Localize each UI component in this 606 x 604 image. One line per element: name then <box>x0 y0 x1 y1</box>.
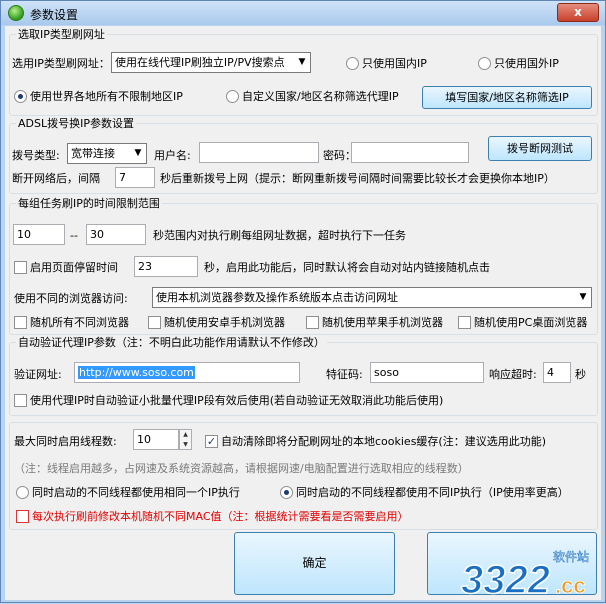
username-label: 用户名: <box>154 149 191 162</box>
verify-url-input[interactable]: http://www.soso.com <box>74 362 300 383</box>
username-input[interactable] <box>199 142 319 163</box>
proxy-verify-group: 自动验证代理IP参数（注：不明白此功能作用请默认不作修改） 验证网址: http… <box>9 336 598 416</box>
dial-type-label: 拨号类型: <box>12 149 60 162</box>
dial-type-select-value: 宽带连接 <box>71 147 115 160</box>
threads-group: 最大同时启用线程数: 10 ▲ ▼ ✓ 自动清除即将分配刷网址的本地cookie… <box>9 422 598 530</box>
settings-window: 参数设置 x 选取IP类型刷网址 选用IP类型刷网址： 使用在线代理IP刷独立I… <box>0 0 606 603</box>
range-description: 秒范围内对执行刷每组网址数据，超时执行下一任务 <box>153 229 406 242</box>
interval-suffix-label: 秒后重新拨号上网（提示：断网重新拨号间隔时间需要比较长才会更换你本地IP） <box>160 172 555 185</box>
dwell-time-description: 秒，启用此功能后，同时默认将会自动对站内链接随机点击 <box>204 261 490 274</box>
time-limit-legend: 每组任务刷IP的时间限制范围 <box>16 197 162 210</box>
random-android-label[interactable]: 随机使用安卓手机浏览器 <box>164 316 285 330</box>
spin-up-icon[interactable]: ▲ <box>180 430 191 440</box>
watermark-number: 3322 <box>461 558 550 601</box>
radio-foreign-ip-label[interactable]: 只使用国外IP <box>494 57 559 71</box>
title-bar[interactable]: 参数设置 x <box>1 1 605 25</box>
threads-spinner[interactable]: ▲ ▼ <box>179 429 192 450</box>
timeout-input[interactable]: 4 <box>543 362 571 383</box>
random-apple-checkbox[interactable] <box>306 316 319 329</box>
interval-prefix-label: 断开网络后，间隔 <box>12 172 100 185</box>
random-apple-label[interactable]: 随机使用苹果手机浏览器 <box>322 316 443 330</box>
app-icon <box>8 5 24 21</box>
ip-type-select-value: 使用在线代理IP刷独立IP/PV搜索点 <box>115 56 285 69</box>
timeout-label: 响应超时: <box>489 368 537 381</box>
threads-label: 最大同时启用线程数: <box>14 435 117 448</box>
radio-same-ip-label[interactable]: 同时启动的不同线程都使用相同一个IP执行 <box>32 486 240 500</box>
small-batch-label[interactable]: 使用代理IP时自动验证小批量代理IP段有效后使用(若自动验证无效取消此功能后使用… <box>30 394 443 408</box>
random-all-browsers-label[interactable]: 随机所有不同浏览器 <box>30 316 129 330</box>
random-android-checkbox[interactable] <box>148 316 161 329</box>
radio-custom-region-label[interactable]: 自定义国家/地区名称筛选代理IP <box>242 90 399 104</box>
small-batch-checkbox[interactable] <box>14 394 27 407</box>
radio-foreign-ip[interactable] <box>478 57 491 70</box>
radio-different-ip-label[interactable]: 同时启动的不同线程都使用不同IP执行（IP使用率更高） <box>296 486 569 500</box>
ip-type-group: 选取IP类型刷网址 选用IP类型刷网址： 使用在线代理IP刷独立IP/PV搜索点… <box>9 28 598 116</box>
watermark-site: 软件站 <box>553 550 589 564</box>
ip-type-label: 选用IP类型刷网址： <box>12 57 110 70</box>
timeout-unit: 秒 <box>575 368 586 381</box>
thread-hint: （注：线程启用越多，占网速及系统资源越高，请根据网速/电脑配置进行选取相应的线程… <box>14 462 469 475</box>
browser-select-value: 使用本机浏览器参数及操作系统版本点击访问网址 <box>156 291 398 304</box>
radio-domestic-ip[interactable] <box>346 57 359 70</box>
chevron-down-icon: ▼ <box>579 292 587 302</box>
interval-input[interactable]: 7 <box>115 167 155 188</box>
fill-region-button[interactable]: 填写国家/地区名称筛选IP <box>422 86 592 109</box>
ok-button[interactable]: 确定 <box>234 532 395 595</box>
time-limit-group: 每组任务刷IP的时间限制范围 10 -- 30 秒范围内对执行刷每组网址数据，超… <box>9 197 598 335</box>
feature-code-input[interactable]: soso <box>370 362 484 383</box>
adsl-legend: ADSL拨号换IP参数设置 <box>16 117 136 130</box>
chevron-down-icon: ▼ <box>298 57 306 67</box>
ip-type-select[interactable]: 使用在线代理IP刷独立IP/PV搜索点 ▼ <box>111 52 311 73</box>
adsl-group: ADSL拨号换IP参数设置 拨号类型: 宽带连接 ▼ 用户名: 密码： 拨号断网… <box>9 117 598 194</box>
random-pc-checkbox[interactable] <box>458 316 471 329</box>
mac-change-checkbox[interactable] <box>16 510 29 523</box>
chevron-down-icon: ▼ <box>134 148 142 158</box>
threads-input[interactable]: 10 <box>133 429 179 450</box>
settings-content: 选取IP类型刷网址 选用IP类型刷网址： 使用在线代理IP刷独立IP/PV搜索点… <box>5 26 601 600</box>
verify-url-label: 验证网址: <box>14 368 62 381</box>
close-button[interactable]: x <box>557 3 599 22</box>
dwell-time-input[interactable]: 23 <box>134 256 198 277</box>
clear-cookies-label[interactable]: 自动清除即将分配刷网址的本地cookies缓存(注：建议选用此功能) <box>221 435 546 449</box>
watermark-logo: 3322 .cc 软件站 <box>460 550 589 603</box>
dial-type-select[interactable]: 宽带连接 ▼ <box>67 143 147 164</box>
proxy-verify-legend: 自动验证代理IP参数（注：不明白此功能作用请默认不作修改） <box>16 336 327 349</box>
radio-world-ip-label[interactable]: 使用世界各地所有不限制地区IP <box>30 90 183 104</box>
clear-cookies-checkbox[interactable]: ✓ <box>205 435 218 448</box>
window-title: 参数设置 <box>30 8 79 22</box>
spin-down-icon[interactable]: ▼ <box>180 440 191 450</box>
random-all-browsers-checkbox[interactable] <box>14 316 27 329</box>
range-dash: -- <box>70 229 78 242</box>
radio-domestic-ip-label[interactable]: 只使用国内IP <box>362 57 427 71</box>
radio-custom-region[interactable] <box>226 90 239 103</box>
dwell-time-label[interactable]: 启用页面停留时间 <box>30 261 118 275</box>
mac-change-label[interactable]: 每次执行刷前修改本机随机不同MAC值（注：根据统计需要看是否需要启用） <box>32 510 409 524</box>
browser-label: 使用不同的浏览器访问: <box>14 292 128 305</box>
verify-url-value: http://www.soso.com <box>78 366 195 379</box>
browser-select[interactable]: 使用本机浏览器参数及操作系统版本点击访问网址 ▼ <box>152 287 592 308</box>
radio-different-ip[interactable] <box>280 486 293 499</box>
max-seconds-input[interactable]: 30 <box>86 224 146 245</box>
dwell-time-checkbox[interactable] <box>14 261 27 274</box>
watermark-suffix: .cc <box>555 573 586 598</box>
feature-code-label: 特征码: <box>326 368 363 381</box>
password-input[interactable] <box>351 142 469 163</box>
radio-same-ip[interactable] <box>16 486 29 499</box>
radio-world-ip[interactable] <box>14 90 27 103</box>
site-watermark: 3322 .cc 软件站 <box>459 541 601 603</box>
random-pc-label[interactable]: 随机使用PC桌面浏览器 <box>474 316 587 330</box>
dial-test-button[interactable]: 拨号断网测试 <box>488 136 592 161</box>
ip-type-legend: 选取IP类型刷网址 <box>16 28 107 41</box>
min-seconds-input[interactable]: 10 <box>13 224 65 245</box>
